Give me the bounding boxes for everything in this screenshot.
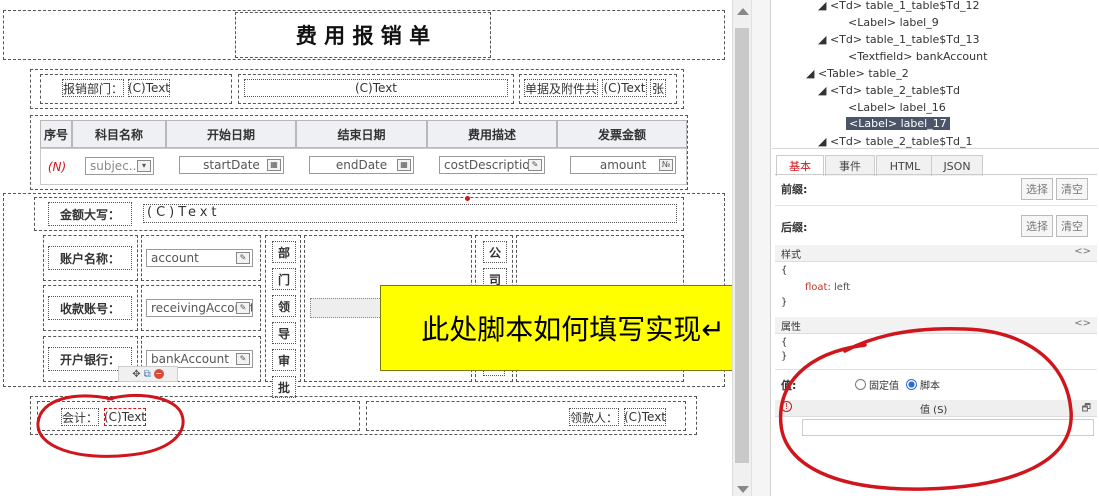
row-index[interactable]: (N) — [42, 158, 72, 176]
tab-json[interactable]: JSON — [931, 155, 983, 176]
subject-select[interactable]: subjec... ▾ — [85, 157, 154, 175]
edit-icon[interactable]: ✎ — [528, 159, 542, 171]
cell-toolbar: ✥ ⧉ − — [118, 366, 178, 382]
red-annotation-circle — [778, 326, 1073, 491]
style-rule[interactable]: float: left — [805, 282, 850, 293]
dept-leader-char[interactable]: 审 — [272, 349, 296, 371]
calendar-icon[interactable]: ▦ — [397, 159, 411, 171]
cost-description-field[interactable]: costDescription ✎ — [439, 156, 545, 174]
receiving-account-label[interactable]: 收款账号： — [48, 296, 132, 320]
center-value[interactable]: (C)Text — [244, 79, 508, 97]
prefix-select-button[interactable]: 选择 — [1021, 178, 1053, 200]
tree-node-selected[interactable]: <Label> label_17 — [846, 117, 950, 130]
component-tree: ◢ <Td> table_1_table$Td_12 <Label> label… — [772, 0, 1099, 148]
attach-value[interactable]: (C)Text — [602, 79, 647, 97]
scroll-down-icon[interactable] — [737, 486, 749, 493]
company-stack: 公 司 — [483, 241, 507, 290]
number-icon[interactable]: № — [659, 159, 673, 171]
tree-node[interactable]: ◢ <Td> table_1_table$Td_12 — [818, 0, 980, 12]
account-name-label[interactable]: 账户名称： — [48, 246, 132, 270]
prefix-clear-button[interactable]: 清空 — [1056, 178, 1088, 200]
tree-node[interactable]: <Label> label_9 — [848, 16, 939, 29]
dept-leader-char[interactable]: 部 — [272, 241, 296, 263]
tree-node[interactable]: <Label> label_16 — [848, 101, 946, 114]
subject-value: subjec... — [90, 159, 141, 173]
prefix-divider — [775, 205, 1097, 206]
company-char[interactable]: 公 — [483, 241, 507, 263]
end-date-value: endDate — [335, 158, 388, 172]
dept-value[interactable]: (C)Text — [128, 79, 170, 97]
style-prop: float — [805, 282, 828, 293]
header-cost-description[interactable]: 费用描述 — [427, 120, 557, 148]
expand-icon[interactable]: <> — [1074, 246, 1091, 257]
delete-icon[interactable]: − — [153, 369, 164, 379]
dept-leader-char[interactable]: 门 — [272, 268, 296, 290]
dept-leader-char[interactable]: 导 — [272, 322, 296, 344]
dept-leader-char[interactable]: 批 — [272, 376, 296, 398]
dept-leader-stack: 部 门 领 导 审 批 — [272, 241, 296, 398]
dept-leader-sign-box[interactable] — [310, 298, 390, 318]
receiving-account-field[interactable]: receivingAccount ✎ — [146, 299, 253, 317]
tree-node[interactable]: ◢ <Table> table_2 — [806, 67, 909, 80]
suffix-clear-button[interactable]: 清空 — [1056, 215, 1088, 237]
header-index[interactable]: 序号 — [40, 120, 72, 148]
account-field[interactable]: account ✎ — [146, 249, 253, 267]
edit-icon[interactable]: ✎ — [236, 302, 250, 314]
form-title[interactable]: 费 用 报 销 单 — [235, 12, 491, 58]
bank-value: bankAccount — [151, 352, 229, 366]
header-end-date[interactable]: 结束日期 — [296, 120, 427, 148]
designer-scrollbar[interactable] — [732, 0, 751, 496]
amount-field[interactable]: amount № — [570, 156, 676, 174]
tab-html[interactable]: HTML — [876, 155, 934, 176]
amount-upper-label[interactable]: 金额大写： — [48, 202, 132, 226]
end-date-field[interactable]: endDate ▦ — [309, 156, 414, 174]
header-amount[interactable]: 发票金额 — [557, 120, 687, 148]
tree-node[interactable]: ◢ <Td> table_2_table$Td — [818, 84, 960, 97]
start-date-value: startDate — [203, 158, 260, 172]
attach-label[interactable]: 单据及附件共 — [524, 79, 598, 97]
style-close-brace: } — [781, 297, 788, 308]
amount-upper-value[interactable]: (C)Text — [143, 204, 677, 223]
tab-events[interactable]: 事件 — [825, 155, 875, 176]
header-start-date[interactable]: 开始日期 — [166, 120, 296, 148]
question-callout: 此处脚本如何填写实现↵ — [380, 285, 766, 371]
style-open-brace: { — [781, 265, 788, 276]
tab-basic[interactable]: 基本 — [776, 155, 824, 176]
copy-icon[interactable]: ⧉ — [144, 369, 151, 380]
scroll-thumb[interactable] — [735, 28, 749, 463]
style-section-title: 样式 — [781, 250, 801, 261]
move-icon[interactable]: ✥ — [132, 369, 140, 380]
form-canvas: 费 用 报 销 单 报销部门： (C)Text (C)Text 单据及附件共 (… — [0, 0, 766, 496]
style-section-header[interactable]: 样式 <> — [775, 245, 1097, 262]
suffix-select-button[interactable]: 选择 — [1021, 215, 1053, 237]
header-subject[interactable]: 科目名称 — [72, 120, 166, 148]
tree-node[interactable]: ◢ <Td> table_1_table$Td_13 — [818, 33, 980, 46]
dept-label[interactable]: 报销部门： — [62, 79, 124, 97]
suffix-label: 后缀: — [781, 221, 808, 234]
cost-description-value: costDescription — [444, 158, 538, 172]
start-date-field[interactable]: startDate ▦ — [179, 156, 284, 174]
prefix-label: 前缀: — [781, 183, 808, 196]
amount-value: amount — [599, 158, 647, 172]
edit-icon[interactable]: ✎ — [236, 252, 250, 264]
panel-splitter[interactable] — [751, 0, 771, 496]
attach-unit[interactable]: 张 — [650, 79, 666, 97]
red-annotation-circle — [36, 394, 185, 458]
edit-icon[interactable]: ✎ — [236, 353, 250, 365]
dept-leader-char[interactable]: 领 — [272, 295, 296, 317]
tree-node[interactable]: <Textfield> bankAccount — [848, 50, 987, 63]
tree-node[interactable]: ◢ <Td> table_2_table$Td_1 — [818, 135, 973, 148]
tab-divider — [775, 174, 1097, 175]
scroll-up-icon[interactable] — [737, 8, 749, 15]
calendar-icon[interactable]: ▦ — [267, 159, 281, 171]
payee-value[interactable]: (C)Text — [624, 408, 666, 426]
account-value: account — [151, 251, 199, 265]
chevron-down-icon[interactable]: ▾ — [137, 160, 151, 172]
style-value: : left — [827, 282, 851, 293]
payee-label[interactable]: 领款人： — [569, 408, 619, 426]
